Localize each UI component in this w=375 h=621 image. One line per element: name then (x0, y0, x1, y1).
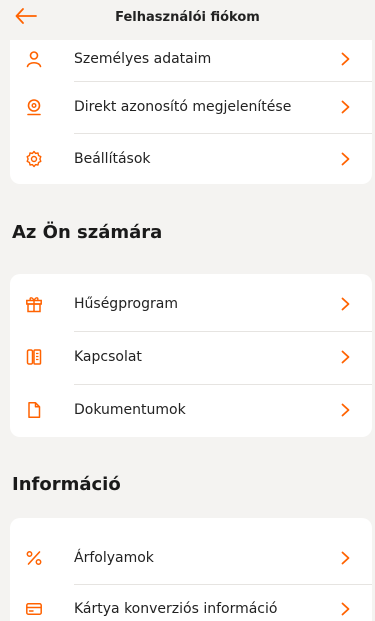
card-icon (24, 599, 44, 619)
menu-item-exchange-rates[interactable]: Árfolyamok (10, 533, 372, 583)
id-badge-icon (24, 97, 44, 117)
chevron-right-icon (338, 297, 352, 311)
chevron-right-icon (338, 152, 352, 166)
section-title-information: Információ (12, 474, 121, 495)
section-title-for-you: Az Ön számára (12, 222, 163, 243)
menu-item-label: Kapcsolat (74, 349, 142, 365)
menu-item-contact[interactable]: Kapcsolat (10, 332, 372, 382)
chevron-right-icon (338, 602, 352, 616)
document-icon (24, 400, 44, 420)
menu-item-personal-data[interactable]: Személyes adataim (10, 34, 372, 84)
page-title: Felhasználói fiókom (115, 10, 260, 25)
top-bar: Felhasználói fiókom (0, 0, 375, 40)
chevron-right-icon (338, 551, 352, 565)
menu-item-label: Személyes adataim (74, 51, 212, 67)
for-you-card: Hűségprogram Kapcsolat Dokumentumok (10, 274, 372, 437)
menu-item-label: Beállítások (74, 151, 151, 167)
menu-item-label: Direkt azonosító megjelenítése (74, 99, 292, 115)
menu-item-label: Dokumentumok (74, 402, 186, 418)
menu-item-label: Árfolyamok (74, 550, 154, 566)
chevron-right-icon (338, 100, 352, 114)
gift-icon (24, 294, 44, 314)
percent-icon (24, 548, 44, 568)
menu-item-documents[interactable]: Dokumentumok (10, 385, 372, 435)
menu-item-settings[interactable]: Beállítások (10, 134, 372, 184)
information-card: Árfolyamok Kártya konverziós információ (10, 518, 372, 621)
menu-item-label: Kártya konverziós információ (74, 601, 278, 617)
menu-item-direct-id[interactable]: Direkt azonosító megjelenítése (10, 82, 372, 132)
chevron-right-icon (338, 350, 352, 364)
phone-book-icon (24, 347, 44, 367)
menu-item-loyalty-program[interactable]: Hűségprogram (10, 279, 372, 329)
person-icon (24, 49, 44, 69)
chevron-right-icon (338, 403, 352, 417)
account-card: Személyes adataim Direkt azonosító megje… (10, 18, 372, 184)
menu-item-card-conversion-info[interactable]: Kártya konverziós információ (10, 584, 372, 621)
chevron-right-icon (338, 52, 352, 66)
gear-icon (24, 149, 44, 169)
menu-item-label: Hűségprogram (74, 296, 178, 312)
